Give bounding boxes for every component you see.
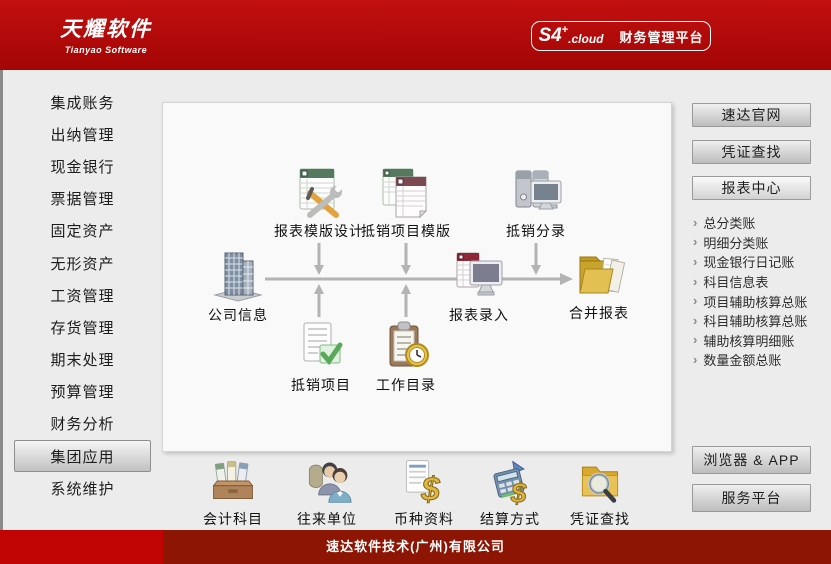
sidebar-item-bill-management[interactable]: 票据管理 [14,183,151,215]
flow-node-label: 抵销项目模版 [361,221,451,241]
service-platform-button[interactable]: 服务平台 [692,484,811,512]
report-link-label: 总分类账 [703,213,755,232]
flow-node-company-info[interactable]: 公司信息 [190,249,286,325]
sidebar-item-payroll[interactable]: 工资管理 [14,279,151,311]
chevron-right-icon: › [693,274,697,289]
report-link[interactable]: › 项目辅助核算总账 [693,291,823,311]
base-data-label: 结算方式 [480,509,540,529]
chevron-right-icon: › [693,215,697,230]
dollar-sheet-icon: $ [399,456,449,506]
spreadsheet-tools-icon [292,165,346,219]
report-link-label: 数量金额总账 [703,350,781,369]
flow-node-label: 抵销项目 [291,375,351,395]
flow-node-offset-item-template[interactable]: 抵销项目模版 [358,165,454,241]
double-spreadsheet-icon [379,165,433,219]
report-link-label: 科目信息表 [703,272,768,291]
chevron-right-icon: › [693,352,697,367]
tianyao-logo: 天耀软件 Tianyao Software [60,13,152,55]
sidebar-item-period-end[interactable]: 期末处理 [14,344,151,376]
flow-node-work-directory[interactable]: 工作目录 [358,319,454,395]
sidebar-item-integrated-accounting[interactable]: 集成账务 [14,86,151,118]
flow-node-report-entry[interactable]: 报表录入 [431,249,527,325]
report-link-label: 辅助核算明细账 [703,331,794,350]
binder-box-icon [208,456,258,506]
footer-bar: 速达软件技术(广州)有限公司 [0,530,831,564]
monitor-sheet-icon [452,249,506,303]
report-link[interactable]: › 总分类账 [693,213,823,233]
flow-node-label: 公司信息 [208,305,268,325]
sidebar-item-cashier-management[interactable]: 出纳管理 [14,118,151,150]
base-data-label: 币种资料 [394,509,454,529]
chevron-right-icon: › [693,313,697,328]
clipboard-clock-icon [379,319,433,373]
base-data-contacts[interactable]: 往来单位 [277,456,377,529]
sidebar-item-group-application[interactable]: 集团应用 [14,440,151,472]
sidebar-item-budget[interactable]: 预算管理 [14,376,151,408]
report-link[interactable]: › 科目辅助核算总账 [693,311,823,331]
sidebar-item-inventory[interactable]: 存货管理 [14,311,151,343]
flow-node-offset-item[interactable]: 抵销项目 [273,319,369,395]
chevron-right-icon: › [693,293,697,308]
product-badge: S4+.cloud 财务管理平台 [531,21,711,51]
group-application-panel: 报表模版设计 抵销项目模版 [162,102,672,452]
report-link-label: 科目辅助核算总账 [703,311,807,330]
base-data-settlement-method[interactable]: $ 结算方式 [460,456,560,529]
chevron-right-icon: › [693,332,697,347]
badge-platform: 财务管理平台 [620,27,704,46]
report-link[interactable]: › 明细分类账 [693,233,823,253]
people-icon [302,456,352,506]
svg-text:$: $ [510,477,527,506]
report-link-label: 明细分类账 [703,233,768,252]
module-sidebar: 集成账务 出纳管理 现金银行 票据管理 固定资产 无形资产 工资管理 存货管理 … [3,86,162,504]
building-icon [211,249,265,303]
logo-subtitle: Tianyao Software [60,45,152,55]
checklist-icon [294,319,348,373]
base-data-label: 往来单位 [297,509,357,529]
logo-title: 天耀软件 [60,13,152,43]
badge-product: S4 [538,25,561,47]
flow-node-report-template-design[interactable]: 报表模版设计 [271,165,367,241]
sidebar-item-cash-bank[interactable]: 现金银行 [14,150,151,182]
base-data-voucher-search[interactable]: 凭证查找 [550,456,650,529]
report-link-label: 现金银行日记账 [703,252,794,271]
browser-app-button[interactable]: 浏览器 & APP [692,446,811,474]
folder-report-icon [572,247,626,301]
report-link-list: › 总分类账 › 明细分类账 › 现金银行日记账 › 科目信息表 › 项目辅助核算总账 ›… [693,213,823,370]
flow-node-label: 报表模版设计 [274,221,364,241]
footer-company-name: 速达软件技术(广州)有限公司 [0,530,831,564]
sidebar-item-system-maintenance[interactable]: 系统维护 [14,472,151,504]
report-center-button[interactable]: 报表中心 [692,176,811,200]
report-link[interactable]: › 科目信息表 [693,272,823,292]
header-bar: 天耀软件 Tianyao Software S4+.cloud 财务管理平台 [0,0,831,70]
base-data-accounting-subjects[interactable]: 会计科目 [183,456,283,529]
calculator-dollar-icon: $ [485,456,535,506]
chevron-right-icon: › [693,254,697,269]
sidebar-item-fixed-assets[interactable]: 固定资产 [14,215,151,247]
sidebar-item-intangible-assets[interactable]: 无形资产 [14,247,151,279]
base-data-label: 凭证查找 [570,509,630,529]
flow-node-label: 抵销分录 [506,221,566,241]
binder-monitor-icon [509,165,563,219]
flow-node-label: 工作目录 [376,375,436,395]
suda-official-site-button[interactable]: 速达官网 [692,103,811,127]
base-data-currency-info[interactable]: $ 币种资料 [374,456,474,529]
flow-node-label: 合并报表 [569,303,629,323]
report-link[interactable]: › 数量金额总账 [693,350,823,370]
svg-text:$: $ [420,471,440,506]
voucher-search-button[interactable]: 凭证查找 [692,140,811,164]
base-data-label: 会计科目 [203,509,263,529]
flow-node-merged-report[interactable]: 合并报表 [551,247,647,323]
report-link[interactable]: › 现金银行日记账 [693,252,823,272]
badge-suffix: .cloud [568,32,603,46]
sidebar-item-financial-analysis[interactable]: 财务分析 [14,408,151,440]
report-link[interactable]: › 辅助核算明细账 [693,331,823,351]
app-window: 天耀软件 Tianyao Software S4+.cloud 财务管理平台 集… [0,0,831,564]
report-link-label: 项目辅助核算总账 [703,292,807,311]
chevron-right-icon: › [693,234,697,249]
folder-search-icon [575,456,625,506]
flow-node-label: 报表录入 [449,305,509,325]
flow-node-offset-entry[interactable]: 抵销分录 [488,165,584,241]
